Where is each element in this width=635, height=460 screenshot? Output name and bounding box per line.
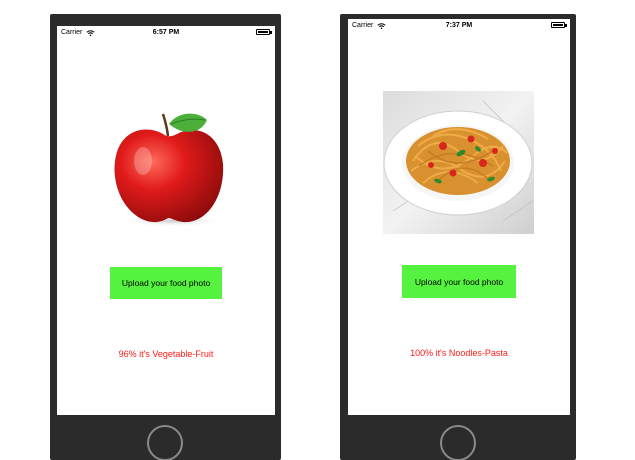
prediction-result: 100% it's Noodles-Pasta <box>410 348 508 358</box>
right-phone-screen: Carrier 7:37 PM Upload your food photo 1… <box>348 19 570 415</box>
food-photo-apple <box>114 113 228 226</box>
upload-food-photo-button[interactable]: Upload your food photo <box>402 265 516 298</box>
battery-icon <box>551 22 567 28</box>
battery-icon <box>256 29 272 35</box>
status-time: 7:37 PM <box>445 22 473 29</box>
right-phone: Carrier 7:37 PM Upload your food photo 1… <box>340 14 576 460</box>
home-button[interactable] <box>440 425 476 460</box>
status-time: 6:57 PM <box>152 29 180 36</box>
status-bar: Carrier 6:57 PM <box>57 26 275 42</box>
status-bar: Carrier 7:37 PM <box>348 19 570 35</box>
upload-food-photo-button[interactable]: Upload your food photo <box>110 267 222 299</box>
food-photo-spaghetti <box>383 91 534 234</box>
home-button[interactable] <box>147 425 183 460</box>
left-phone-screen: Carrier 6:57 PM Upload your food photo 9… <box>57 26 275 415</box>
prediction-result: 96% it's Vegetable-Fruit <box>118 349 214 359</box>
left-phone: Carrier 6:57 PM Upload your food photo 9… <box>50 14 281 460</box>
